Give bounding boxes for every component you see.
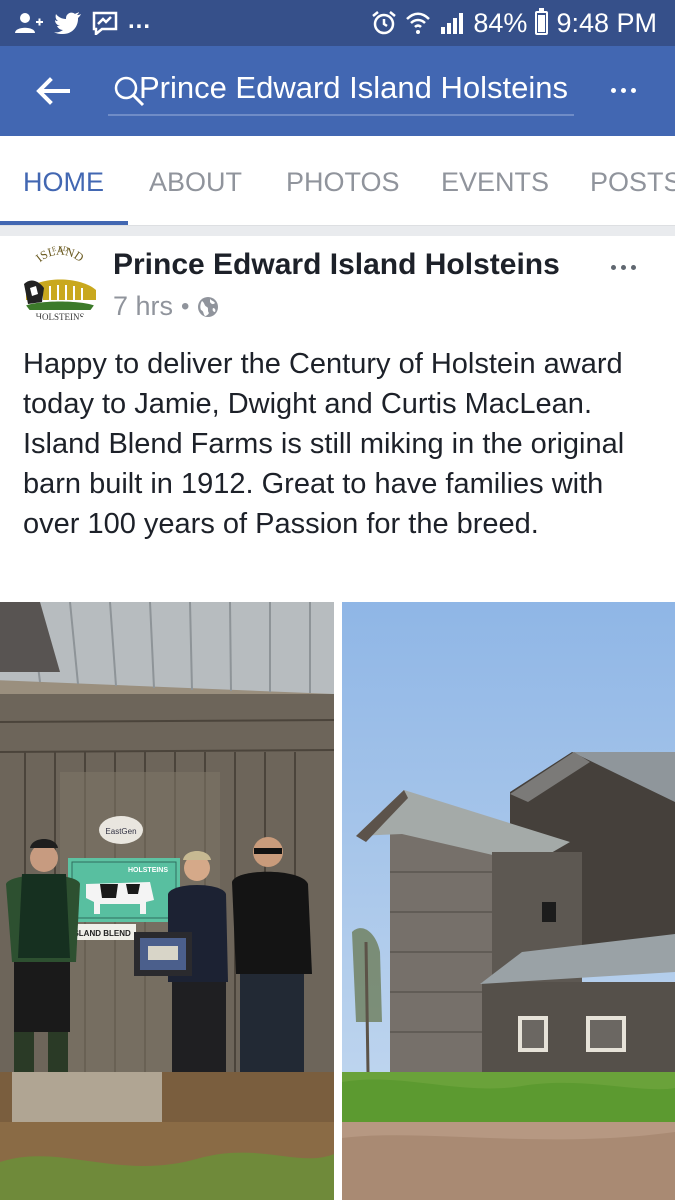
post-card: E ED ISLAND HOLSTEINS Prince Edward Isla… — [0, 236, 675, 1200]
post-timestamp[interactable]: 7 hrs — [113, 291, 173, 322]
more-notifications-indicator: ... — [128, 7, 152, 34]
status-bar-system: 84% 9:48 PM — [371, 6, 657, 40]
svg-text:EastGen: EastGen — [105, 827, 136, 836]
page-tabs: HOME ABOUT PHOTOS EVENTS POSTS — [0, 136, 675, 226]
post-options-dot — [620, 264, 626, 270]
tab-photos[interactable]: PHOTOS — [286, 136, 400, 225]
group-photo-image: EastGen HOLSTEINS ISLAND BLEND — [0, 602, 334, 1200]
page-avatar[interactable]: E ED ISLAND HOLSTEINS — [20, 244, 100, 324]
wifi-icon — [406, 12, 431, 34]
search-query: Prince Edward Island Holsteins — [138, 70, 568, 105]
post-options-button[interactable] — [603, 252, 643, 282]
more-options-button[interactable] — [601, 68, 645, 112]
post-options-dot — [630, 264, 636, 270]
svg-text:ISLAND BLEND: ISLAND BLEND — [71, 929, 131, 938]
back-button[interactable] — [28, 66, 78, 116]
post-page-name[interactable]: Prince Edward Island Holsteins — [113, 248, 560, 282]
more-options-icon — [610, 87, 616, 93]
status-bar: ... 84% 9:48 PM — [0, 0, 675, 46]
barn-photo-image — [342, 602, 675, 1200]
post-text: Happy to deliver the Century of Holstein… — [23, 348, 625, 540]
tab-about[interactable]: ABOUT — [149, 136, 242, 225]
tab-events[interactable]: EVENTS — [441, 136, 549, 225]
holsteins-logo: E ED ISLAND HOLSTEINS — [20, 244, 100, 324]
more-options-dot — [620, 87, 626, 93]
svg-text:HOLSTEINS: HOLSTEINS — [36, 312, 85, 322]
battery-percentage: 84% — [473, 7, 528, 38]
signal-icon — [441, 13, 464, 34]
post-photo-barn[interactable] — [342, 602, 675, 1200]
app-bar: Prince Edward Island Holsteins — [0, 46, 675, 136]
alarm-icon — [372, 11, 397, 35]
globe-icon — [198, 296, 219, 317]
twitter-icon — [54, 12, 81, 34]
meta-separator: • — [181, 292, 190, 320]
post-options-icon — [610, 264, 616, 270]
add-friend-icon — [15, 13, 43, 33]
post-photo-group[interactable]: EastGen HOLSTEINS ISLAND BLEND — [0, 602, 334, 1200]
search-field[interactable]: Prince Edward Island Holsteins — [108, 64, 574, 116]
feed-divider — [0, 226, 675, 236]
tab-posts[interactable]: POSTS — [590, 136, 675, 225]
tab-home[interactable]: HOME — [23, 136, 104, 225]
battery-level-fill — [538, 15, 546, 32]
svg-text:HOLSTEINS: HOLSTEINS — [128, 867, 168, 874]
clock: 9:48 PM — [556, 7, 657, 38]
back-arrow-icon — [36, 77, 70, 105]
post-meta: 7 hrs • — [113, 291, 219, 322]
battery-icon — [535, 8, 549, 35]
more-options-dot — [630, 87, 636, 93]
status-bar-notifications: ... — [14, 7, 152, 38]
messenger-icon — [92, 11, 118, 35]
